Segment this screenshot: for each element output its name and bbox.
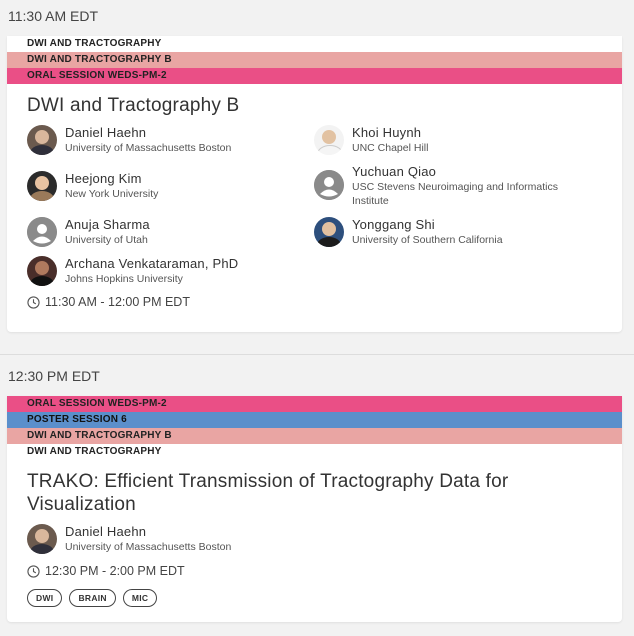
speaker-item[interactable]: Daniel Haehn University of Massachusetts… <box>27 125 231 155</box>
speaker-affiliation: USC Stevens Neuroimaging and Informatics <box>352 181 559 193</box>
time-range-text: 11:30 AM - 12:00 PM EDT <box>45 295 190 309</box>
tag-dwi-tractography-b[interactable]: DWI AND TRACTOGRAPHY B <box>7 428 622 444</box>
speaker-affiliation-cont: Institute <box>352 195 389 207</box>
tag-oral-session[interactable]: ORAL SESSION WEDS-PM-2 <box>7 396 622 412</box>
tag-dwi-tractography-b[interactable]: DWI AND TRACTOGRAPHY B <box>7 52 622 68</box>
session-time-range: 11:30 AM - 12:00 PM EDT <box>27 295 190 309</box>
clock-icon <box>27 564 40 578</box>
speaker-item[interactable]: Heejong Kim New York University <box>27 171 158 201</box>
speaker-affiliation: New York University <box>65 188 159 200</box>
speaker-affiliation: Johns Hopkins University <box>65 273 183 285</box>
speaker-name[interactable]: Anuja Sharma <box>65 217 150 233</box>
speaker-name[interactable]: Archana Venkataraman, PhD <box>65 256 238 272</box>
speaker-item[interactable]: Anuja Sharma University of Utah <box>27 217 150 247</box>
speaker-affiliation: University of Southern California <box>352 234 503 246</box>
avatar <box>314 217 344 247</box>
paper-title-line: Visualization <box>27 494 136 515</box>
avatar <box>27 171 57 201</box>
keyword-chip[interactable]: BRAIN <box>69 589 116 607</box>
speaker-affiliation: University of Utah <box>65 234 148 246</box>
keyword-chip[interactable]: MIC <box>122 589 158 607</box>
section-divider <box>0 354 634 355</box>
clock-icon <box>27 295 40 309</box>
session-card[interactable]: ORAL SESSION WEDS-PM-2 POSTER SESSION 6 … <box>7 396 622 622</box>
session-time-range: 12:30 PM - 2:00 PM EDT <box>27 564 185 578</box>
speaker-item[interactable]: Yonggang Shi University of Southern Cali… <box>314 217 503 247</box>
avatar <box>27 125 57 155</box>
keyword-chips: DWI BRAIN MIC <box>27 589 158 607</box>
speaker-item[interactable]: Archana Venkataraman, PhD Johns Hopkins … <box>27 256 238 286</box>
session-title[interactable]: DWI and Tractography B <box>7 94 622 117</box>
avatar <box>27 256 57 286</box>
speaker-affiliation: University of Massachusetts Boston <box>65 541 232 553</box>
speaker-name[interactable]: Daniel Haehn <box>65 524 231 540</box>
speaker-affiliation: University of Massachusetts Boston <box>65 142 232 154</box>
speaker-affiliation: UNC Chapel Hill <box>352 142 429 154</box>
speaker-name[interactable]: Yonggang Shi <box>352 217 503 233</box>
speaker-item[interactable]: Daniel Haehn University of Massachusetts… <box>27 524 231 554</box>
tag-poster-session[interactable]: POSTER SESSION 6 <box>7 412 622 428</box>
time-range-text: 12:30 PM - 2:00 PM EDT <box>45 564 185 578</box>
tag-dwi-tractography[interactable]: DWI AND TRACTOGRAPHY <box>7 444 622 460</box>
session-time-header: 11:30 AM EDT <box>8 8 99 24</box>
speaker-name[interactable]: Khoi Huynh <box>352 125 428 141</box>
user-placeholder-icon <box>27 217 57 247</box>
avatar <box>314 125 344 155</box>
avatar <box>27 524 57 554</box>
tag-dwi-tractography[interactable]: DWI AND TRACTOGRAPHY <box>7 36 622 52</box>
session-card[interactable]: DWI AND TRACTOGRAPHY DWI AND TRACTOGRAPH… <box>7 36 622 332</box>
speaker-name[interactable]: Yuchuan Qiao <box>352 164 558 180</box>
speaker-name[interactable]: Heejong Kim <box>65 171 158 187</box>
keyword-chip[interactable]: DWI <box>27 589 63 607</box>
speaker-item[interactable]: Khoi Huynh UNC Chapel Hill <box>314 125 428 155</box>
speaker-name[interactable]: Daniel Haehn <box>65 125 231 141</box>
session-time-header: 12:30 PM EDT <box>8 368 100 384</box>
paper-title[interactable]: TRAKO: Efficient Transmission of Tractog… <box>7 470 622 516</box>
tag-oral-session[interactable]: ORAL SESSION WEDS-PM-2 <box>7 68 622 84</box>
speaker-item[interactable]: Yuchuan Qiao USC Stevens Neuroimaging an… <box>314 164 558 208</box>
paper-title-line: TRAKO: Efficient Transmission of Tractog… <box>27 471 509 492</box>
user-placeholder-icon <box>314 170 344 200</box>
